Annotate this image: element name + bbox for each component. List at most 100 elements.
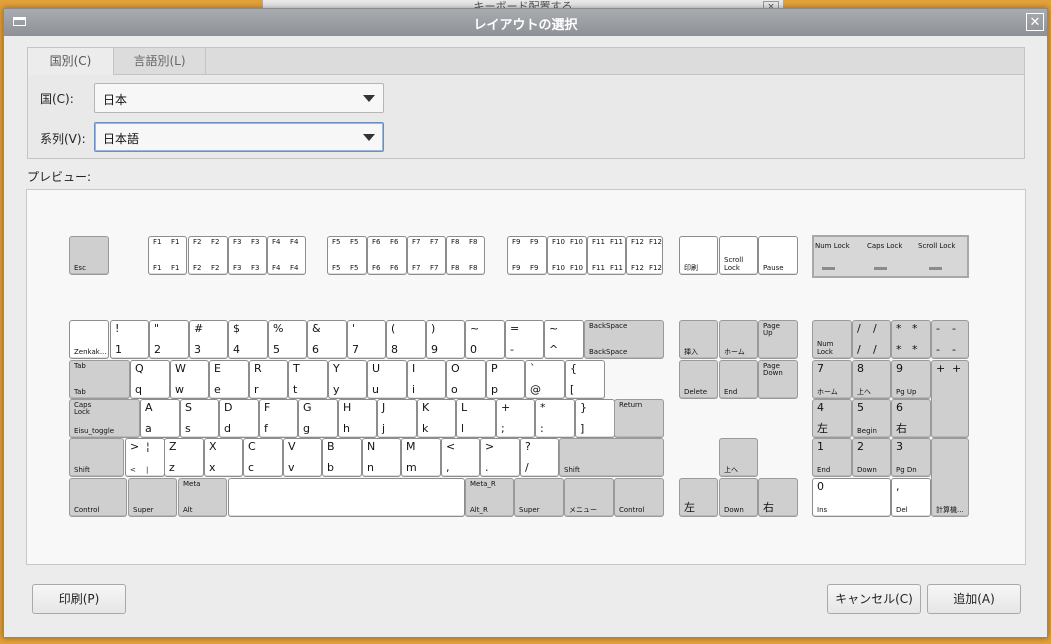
key-label: =: [510, 322, 520, 335]
key-label: 5: [857, 401, 864, 414]
key-label: F12: [631, 238, 644, 246]
key-label: G: [303, 401, 312, 414]
key-bracket-right: }]: [575, 399, 615, 438]
key-label: F3: [233, 263, 242, 272]
key-up: 上へ: [719, 438, 758, 477]
key-period: >.: [480, 438, 520, 477]
key-label: F1: [153, 263, 162, 272]
key-f8: F8 F8 F8 F8: [446, 236, 485, 275]
key-label: Esc: [74, 263, 86, 272]
tab-by-country[interactable]: 国別(C): [28, 48, 114, 75]
key-kp-1: 1 End: [812, 438, 852, 477]
key-1: ! 1: [110, 320, 149, 359]
key-label: *: [896, 322, 902, 335]
key-label: b: [327, 461, 334, 475]
key-label: }: [580, 401, 587, 414]
key-caret: ~ ^: [544, 320, 584, 359]
caps-lock-led-label: Caps Lock: [867, 242, 903, 250]
key-f4: F4 F4 F4 F4: [267, 236, 306, 275]
print-button[interactable]: 印刷(P): [32, 584, 126, 614]
key-label: Meta_R: [470, 480, 496, 488]
cancel-button[interactable]: キャンセル(C): [827, 584, 921, 614]
key-left: 左: [679, 478, 718, 517]
key-label: Super: [133, 505, 154, 514]
key-u: Uu: [367, 360, 407, 399]
key-zenkaku: Zenkak...: [69, 320, 109, 359]
key-label: F3: [233, 238, 242, 246]
key-f: Ff: [259, 399, 298, 438]
key-label: h: [343, 422, 350, 436]
key-label: Super: [519, 505, 540, 514]
preview-label: プレビュー:: [27, 170, 92, 184]
key-label: F8: [451, 238, 460, 246]
key-label: F4: [290, 263, 299, 272]
key-label: {: [570, 362, 577, 375]
key-label: 3: [194, 343, 201, 357]
key-label: *: [896, 343, 902, 357]
key-l: Ll: [456, 399, 496, 438]
key-label: F2: [193, 263, 202, 272]
key-label: F3: [251, 238, 260, 246]
key-label: F7: [412, 238, 421, 246]
key-label: y: [333, 383, 340, 397]
key-page-up: Page Up: [758, 320, 798, 359]
key-label: Eisu_toggle: [74, 426, 115, 435]
tab-by-language[interactable]: 言語別(L): [114, 48, 206, 74]
key-kp-5: 5 Begin: [852, 399, 891, 438]
key-label: F10: [552, 263, 565, 272]
key-menu: メニュー: [564, 478, 614, 517]
variant-combobox[interactable]: 日本語: [94, 122, 384, 152]
key-label: F10: [570, 263, 583, 272]
country-combobox[interactable]: 日本: [94, 83, 384, 113]
key-label: Alt: [183, 505, 193, 514]
key-label: -: [952, 343, 956, 357]
close-icon[interactable]: ✕: [1026, 13, 1044, 31]
key-b: Bb: [322, 438, 362, 477]
key-label: ;: [501, 422, 505, 436]
key-label: Pg Dn: [896, 465, 917, 474]
led-indicator-panel: Num Lock Caps Lock Scroll Lock: [812, 235, 969, 278]
key-h: Hh: [338, 399, 377, 438]
key-label: Control: [619, 505, 645, 514]
key-label: F2: [193, 238, 202, 246]
key-alt-left: Meta Alt: [178, 478, 227, 517]
key-minus: = -: [505, 320, 544, 359]
key-s: Ss: [180, 399, 219, 438]
key-space: [228, 478, 465, 517]
add-button[interactable]: 追加(A): [927, 584, 1021, 614]
key-label: 3: [896, 440, 903, 453]
key-super-left: Super: [128, 478, 177, 517]
key-kp-8: 8 上へ: [852, 360, 891, 399]
key-a: Aa: [140, 399, 180, 438]
key-shift-left: Shift: [69, 438, 124, 477]
key-label: 上へ: [724, 465, 738, 474]
key-label: F1: [171, 238, 180, 246]
key-label: F12: [631, 263, 644, 272]
key-label: 右: [896, 422, 907, 436]
key-label: F4: [290, 238, 299, 246]
key-label: F7: [430, 263, 439, 272]
key-label: W: [175, 362, 186, 375]
key-0: ~0: [465, 320, 505, 359]
tab-panel: 国別(C) 言語別(L) 国(C): 日本 系列(V): 日本語: [27, 47, 1025, 159]
key-f2: F2 F2 F2 F2: [188, 236, 228, 275]
key-label: >: [485, 440, 495, 453]
key-bracket-left: {[: [565, 360, 605, 399]
key-label: l: [461, 422, 465, 436]
key-label: Begin: [857, 426, 877, 435]
key-label: F: [264, 401, 271, 414]
key-label: F11: [592, 263, 605, 272]
key-w: Ww: [170, 360, 209, 399]
key-label: @: [530, 383, 541, 397]
key-label: [: [570, 383, 575, 397]
key-n: Nn: [362, 438, 401, 477]
key-label: F4: [272, 263, 281, 272]
key-label: /: [873, 343, 877, 357]
key-label: <: [130, 465, 136, 474]
key-label: F6: [372, 263, 381, 272]
layout-selection-dialog: レイアウトの選択 ✕ 国別(C) 言語別(L) 国(C): 日本 系列(V): …: [3, 8, 1048, 638]
key-label: V: [288, 440, 296, 453]
key-g: Gg: [298, 399, 338, 438]
key-y: Yy: [328, 360, 367, 399]
key-label: F6: [372, 238, 381, 246]
